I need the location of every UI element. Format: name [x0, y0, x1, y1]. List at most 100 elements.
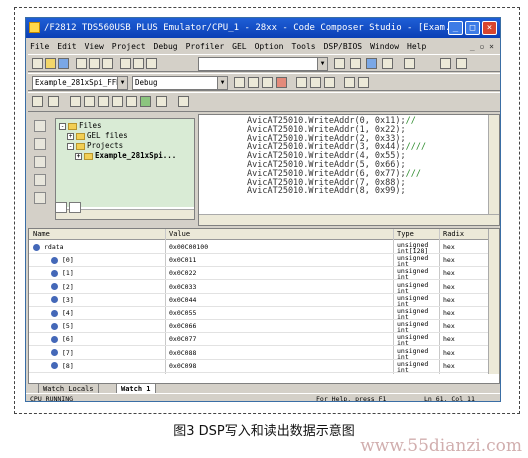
dock-icon[interactable]	[32, 96, 43, 107]
step-into-icon[interactable]	[34, 120, 46, 132]
editor-vertical-scrollbar[interactable]	[488, 115, 499, 215]
watch-name: [6]	[62, 335, 74, 344]
undo-icon[interactable]	[120, 58, 131, 69]
menu-gel[interactable]: GEL	[232, 39, 246, 54]
config-combo[interactable]: Debug ▼	[132, 76, 228, 90]
open-file-icon[interactable]	[45, 58, 56, 69]
watch-row[interactable]: [0] 0x0C011 unsigned int hex	[29, 254, 489, 267]
menu-file[interactable]: File	[30, 39, 49, 54]
file-view-tab-icon[interactable]	[55, 202, 67, 213]
source-editor[interactable]: AvicAT25010.WriteAddr(0, 0x11);//AvicAT2…	[198, 114, 500, 226]
register-icon[interactable]	[70, 96, 81, 107]
watch-name: rdata	[44, 243, 64, 251]
watch-row[interactable]: [4] 0x0C055 unsigned int hex	[29, 307, 489, 320]
column-value[interactable]: Value	[169, 229, 190, 239]
copy-icon[interactable]	[89, 58, 100, 69]
graph-icon[interactable]	[126, 96, 137, 107]
cut-icon[interactable]	[76, 58, 87, 69]
column-radix[interactable]: Radix	[443, 229, 464, 239]
folder-icon	[76, 132, 85, 140]
watch-row[interactable]: rdata 0x00C00100 unsigned int[128] hex	[29, 241, 489, 254]
variable-icon	[51, 309, 58, 317]
redo-icon[interactable]	[133, 58, 144, 69]
title-bar[interactable]: /F2812 TDS560USB PLUS Emulator/CPU_1 - 2…	[26, 18, 500, 38]
collapse-icon[interactable]: -	[67, 142, 74, 150]
find-icon[interactable]	[146, 58, 157, 69]
menu-tools[interactable]: Tools	[292, 39, 316, 54]
code-line[interactable]: AvicAT25010.WriteAddr(8, 0x99);	[247, 187, 489, 196]
chevron-down-icon[interactable]: ▼	[317, 58, 327, 70]
menu-debug[interactable]: Debug	[154, 39, 178, 54]
bookmark-prev-icon[interactable]	[382, 58, 393, 69]
save-icon[interactable]	[58, 58, 69, 69]
clock-icon[interactable]	[358, 77, 369, 88]
tree-node-files[interactable]: - Files	[59, 121, 191, 131]
probe-point-icon[interactable]	[324, 77, 335, 88]
disassembly-icon[interactable]	[98, 96, 109, 107]
watch-icon[interactable]	[112, 96, 123, 107]
watch-row[interactable]: [3] 0x0C044 unsigned int hex	[29, 294, 489, 307]
paste-icon[interactable]	[102, 58, 113, 69]
chevron-down-icon[interactable]: ▼	[217, 77, 227, 89]
menu-help[interactable]: Help	[407, 39, 426, 54]
maximize-button[interactable]: □	[465, 21, 480, 35]
help-icon[interactable]	[404, 58, 415, 69]
chevron-down-icon[interactable]: ▼	[117, 77, 127, 89]
tree-node-gel[interactable]: + GEL files	[59, 131, 191, 141]
expand-icon[interactable]: +	[75, 152, 82, 160]
bookmark-icon[interactable]	[350, 58, 361, 69]
step-over-icon[interactable]	[34, 138, 46, 150]
gel-icon[interactable]	[48, 96, 59, 107]
watch-row[interactable]: [5] 0x0C066 unsigned int hex	[29, 320, 489, 333]
rebuild-icon[interactable]	[262, 77, 273, 88]
remove-breakpoints-icon[interactable]	[310, 77, 321, 88]
tree-node-example[interactable]: + Example_281xSpi...	[59, 151, 191, 161]
compile-icon[interactable]	[234, 77, 245, 88]
menu-option[interactable]: Option	[255, 39, 284, 54]
tree-node-projects[interactable]: - Projects	[59, 141, 191, 151]
menu-edit[interactable]: Edit	[57, 39, 76, 54]
watch-value: 0x0C011	[169, 256, 197, 265]
bookmark-next-icon[interactable]	[366, 58, 377, 69]
menu-view[interactable]: View	[85, 39, 104, 54]
watch-row[interactable]: [8] 0x0C098 unsigned int hex	[29, 360, 489, 373]
quick-watch-icon[interactable]	[156, 96, 167, 107]
watch-name: [4]	[62, 309, 74, 317]
watch-row[interactable]: [1] 0x0C022 unsigned int hex	[29, 267, 489, 281]
mixed-mode-icon[interactable]	[178, 96, 189, 107]
menu-project[interactable]: Project	[112, 39, 146, 54]
watch-vertical-scrollbar[interactable]	[488, 229, 499, 374]
code-area[interactable]: AvicAT25010.WriteAddr(0, 0x11);//AvicAT2…	[199, 115, 489, 215]
collapse-icon[interactable]: -	[59, 122, 66, 130]
project-combo[interactable]: Example_281xSpi_FFDLB ▼	[32, 76, 128, 90]
new-file-icon[interactable]	[32, 58, 43, 69]
watch-row[interactable]: [6] 0x0C077 unsigned int hex	[29, 333, 489, 347]
minimize-button[interactable]: _	[448, 21, 463, 35]
indent-icon[interactable]	[440, 58, 451, 69]
menu-dspbios[interactable]: DSP/BIOS	[324, 39, 363, 54]
editor-horizontal-scrollbar[interactable]	[199, 214, 499, 225]
breakpoint-icon[interactable]	[296, 77, 307, 88]
watch-radix: hex	[443, 269, 455, 278]
expand-icon[interactable]: +	[67, 132, 74, 140]
watch-row[interactable]: [7] 0x0C088 unsigned int hex	[29, 347, 489, 360]
bookmark-tab-icon[interactable]	[69, 202, 81, 213]
close-button[interactable]: ×	[482, 21, 497, 35]
run-icon[interactable]	[34, 174, 46, 186]
profile-icon[interactable]	[344, 77, 355, 88]
outdent-icon[interactable]	[456, 58, 467, 69]
halt-icon[interactable]	[34, 192, 46, 204]
menu-profiler[interactable]: Profiler	[186, 39, 225, 54]
watch-row[interactable]: [2] 0x0C033 unsigned int hex	[29, 281, 489, 294]
menu-window[interactable]: Window	[370, 39, 399, 54]
stop-build-icon[interactable]	[276, 77, 287, 88]
find-next-icon[interactable]	[334, 58, 345, 69]
memory-icon[interactable]	[84, 96, 95, 107]
build-icon[interactable]	[248, 77, 259, 88]
search-combo[interactable]: ▼	[198, 57, 328, 71]
stack-icon[interactable]	[140, 96, 151, 107]
step-out-icon[interactable]	[34, 156, 46, 168]
column-name[interactable]: Name	[33, 229, 50, 239]
column-type[interactable]: Type	[397, 229, 414, 239]
mdi-controls[interactable]: _ ▫ ×	[470, 39, 494, 54]
